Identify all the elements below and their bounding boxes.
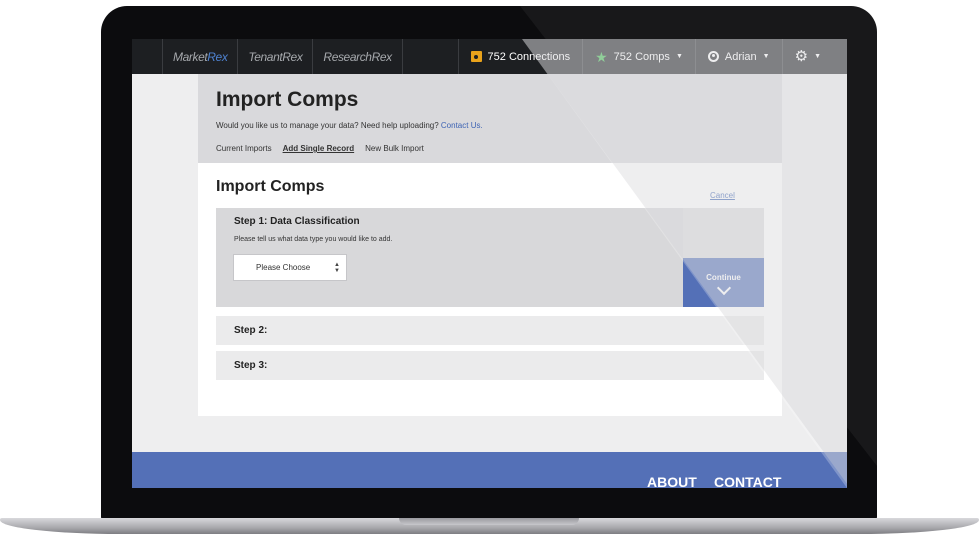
user-menu[interactable]: Adrian ▼ — [694, 39, 782, 74]
step-1-description: Please tell us what data type you would … — [234, 236, 393, 243]
brand-marketrex[interactable]: Market Rex — [162, 39, 239, 74]
gear-icon: ⚙ — [794, 48, 809, 65]
select-arrows-icon: ▲ ▼ — [334, 262, 340, 274]
tab-new-bulk-import[interactable]: New Bulk Import — [365, 144, 424, 153]
contact-card-icon — [470, 51, 482, 62]
step-1-panel: Step 1: Data Classification Please tell … — [216, 208, 764, 307]
contact-us-link[interactable]: Contact Us. — [441, 121, 483, 130]
step-2-panel[interactable]: Step 2: — [216, 316, 764, 345]
chevron-down-icon: ▼ — [814, 53, 821, 60]
brand-marketrex-accent: Rex — [207, 49, 228, 64]
card-title: Import Comps — [216, 178, 325, 195]
connections-label: 752 Connections — [487, 50, 571, 63]
page-header: Import Comps Would you like us to manage… — [198, 74, 782, 163]
page-title: Import Comps — [216, 88, 359, 111]
chevron-down-icon: ▼ — [762, 53, 770, 60]
continue-button[interactable]: Continue — [683, 258, 764, 307]
chevron-down-icon: ▼ — [675, 53, 683, 60]
chevron-down-icon — [716, 280, 731, 295]
tab-current-imports[interactable]: Current Imports — [216, 144, 272, 153]
top-navigation-bar: Market Rex TenantRex ResearchRex 752 Conn… — [132, 39, 847, 74]
brand-marketrex-main: Market — [173, 49, 208, 64]
import-tabs: Current Imports Add Single Record New Bu… — [216, 144, 424, 153]
user-label: Adrian — [724, 50, 757, 63]
import-card: Import Comps Cancel Step 1: Data Classif… — [198, 163, 782, 416]
comps-menu[interactable]: ★ 752 Comps ▼ — [582, 39, 695, 74]
footer-about-link[interactable]: ABOUT — [647, 474, 697, 488]
step-2-heading: Step 2: — [234, 325, 268, 336]
help-question: Would you like us to manage your data? N… — [216, 121, 439, 130]
connections-menu[interactable]: 752 Connections — [457, 39, 583, 74]
brand-tenantrex-label: TenantRex — [248, 49, 303, 64]
help-text: Would you like us to manage your data? N… — [216, 121, 483, 130]
tab-add-single-record[interactable]: Add Single Record — [283, 144, 355, 153]
data-type-select[interactable]: Please Choose ▲ ▼ — [233, 254, 347, 281]
cancel-link[interactable]: Cancel — [710, 191, 735, 200]
step-1-heading: Step 1: Data Classification — [234, 216, 360, 227]
footer-contact-link[interactable]: CONTACT — [714, 474, 781, 488]
step-3-panel[interactable]: Step 3: — [216, 351, 764, 380]
laptop-opening-notch — [399, 518, 579, 525]
brand-researchrex[interactable]: ResearchRex — [313, 39, 403, 74]
brand-researchrex-label: ResearchRex — [323, 49, 392, 64]
user-icon — [707, 51, 719, 62]
app-screen: Market Rex TenantRex ResearchRex 752 Conn… — [132, 39, 847, 488]
comps-label: 752 Comps — [613, 50, 670, 63]
data-type-select-value: Please Choose — [256, 263, 311, 272]
star-icon: ★ — [595, 48, 608, 65]
settings-menu[interactable]: ⚙ ▼ — [781, 39, 847, 74]
brand-tenantrex[interactable]: TenantRex — [238, 39, 314, 74]
step-3-heading: Step 3: — [234, 360, 268, 371]
footer: ABOUT CONTACT — [132, 452, 847, 488]
